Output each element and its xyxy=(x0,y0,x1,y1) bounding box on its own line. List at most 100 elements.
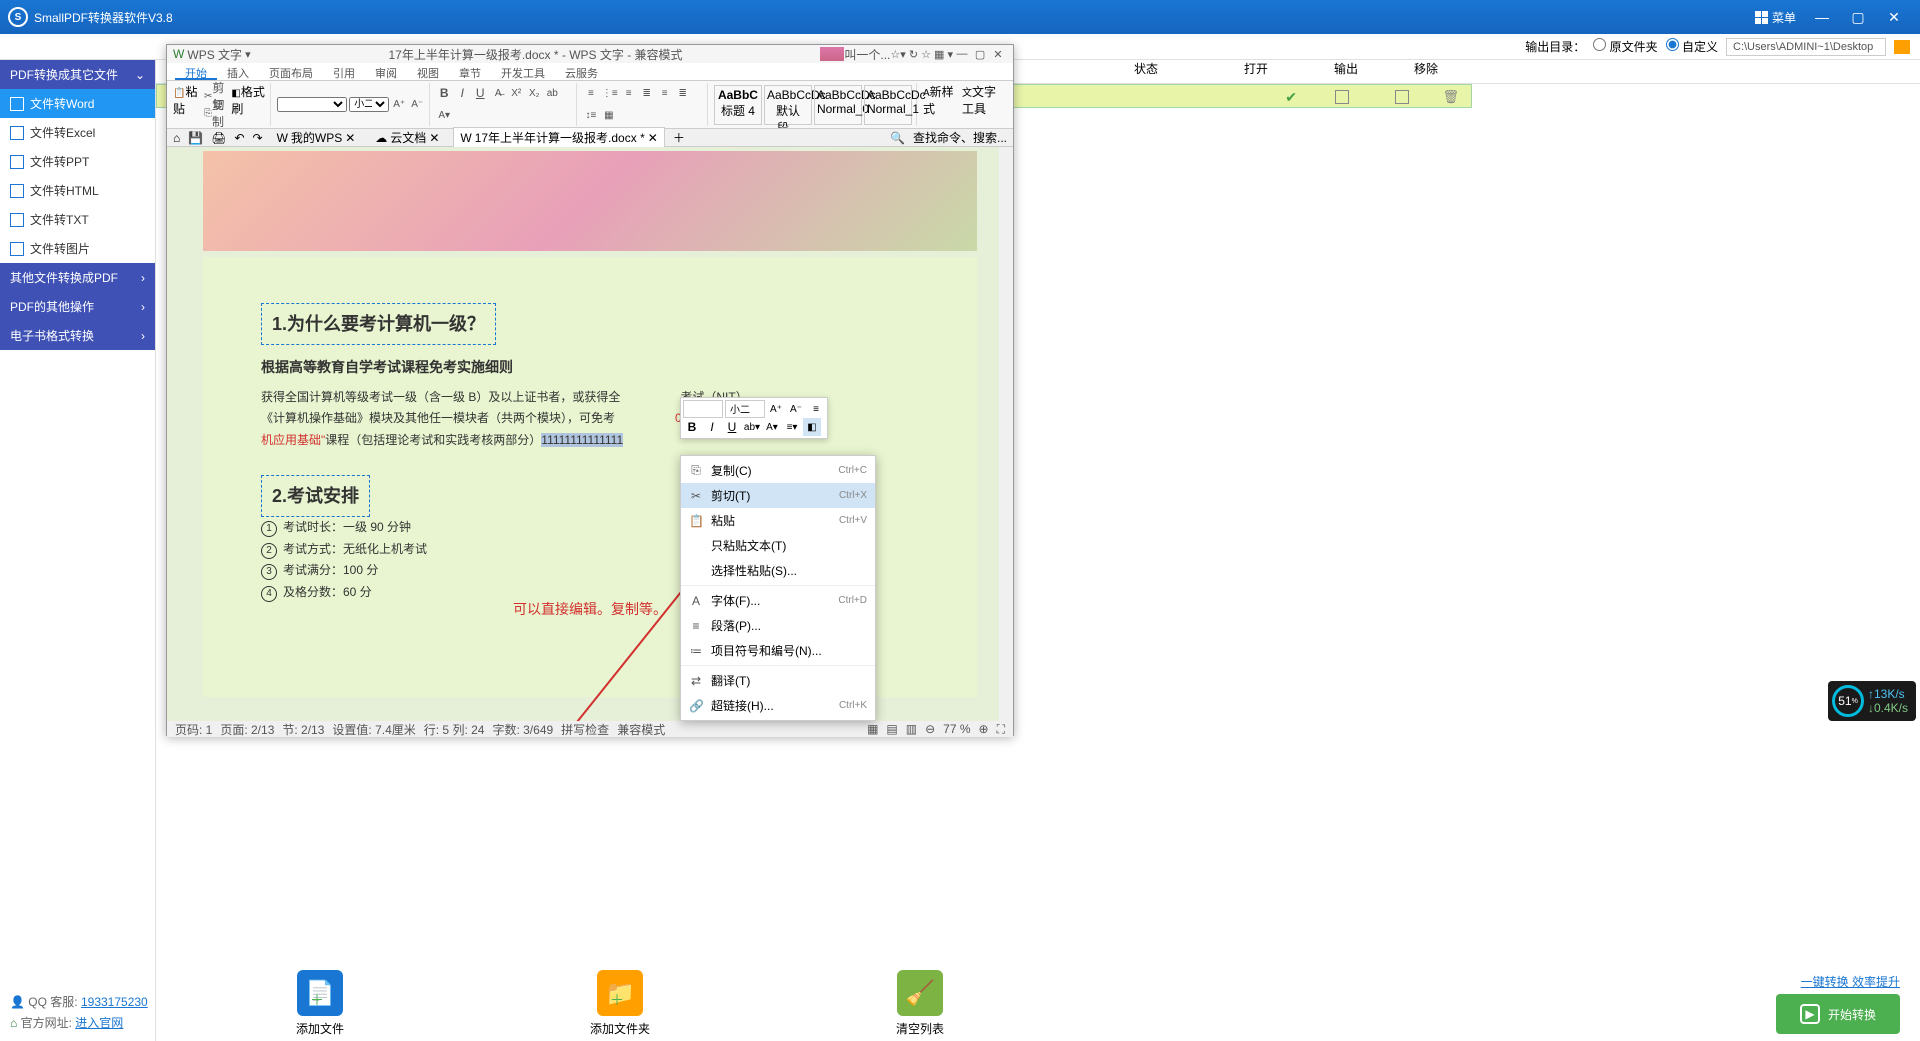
selected-text[interactable]: 11111111111111 xyxy=(541,433,623,447)
sidebar-group-pdf-to-other[interactable]: PDF转换成其它文件⌄ xyxy=(0,60,155,89)
sidebar-item-to-txt[interactable]: 文件转TXT xyxy=(0,205,155,234)
mini-font-select[interactable] xyxy=(683,400,723,418)
sub-button[interactable]: X₂ xyxy=(526,85,542,101)
mini-bold-button[interactable]: B xyxy=(683,418,701,436)
align-center-button[interactable]: ≣ xyxy=(639,85,655,101)
sidebar-item-to-ppt[interactable]: 文件转PPT xyxy=(0,147,155,176)
output-icon[interactable] xyxy=(1395,90,1409,104)
docbar-print-icon[interactable]: 🖨 xyxy=(211,131,226,145)
paste-button[interactable]: 📋粘贴 xyxy=(173,83,201,127)
tab-layout[interactable]: 页面布局 xyxy=(259,63,323,80)
outpath-original-radio[interactable]: 原文件夹 xyxy=(1593,38,1657,55)
outpath-value[interactable]: C:\Users\ADMINI~1\Desktop xyxy=(1726,38,1886,56)
menu-hyperlink[interactable]: 🔗超链接(H)...Ctrl+K xyxy=(681,693,875,718)
doctab-add-button[interactable]: ＋ xyxy=(673,129,685,146)
shading-button[interactable]: ▦ xyxy=(601,108,617,124)
italic-button[interactable]: I xyxy=(454,85,470,101)
wps-close-button[interactable]: ✕ xyxy=(989,48,1007,61)
mini-list-button[interactable]: ≡ xyxy=(807,400,825,418)
mini-more-button[interactable]: ◧ xyxy=(803,418,821,436)
text-tools-button[interactable]: 文文字工具 xyxy=(962,83,1007,127)
minimize-button[interactable]: — xyxy=(1804,9,1840,25)
docbar-redo-icon[interactable]: ↷ xyxy=(253,131,263,145)
outpath-custom-radio[interactable]: 自定义 xyxy=(1666,38,1718,55)
doctab-current[interactable]: W 17年上半年计算一级报考.docx * ✕ xyxy=(453,127,664,148)
clear-list-button[interactable]: 🧹 清空列表 xyxy=(770,970,1070,1037)
style-default[interactable]: AaBbCcDc默认段... xyxy=(764,85,812,125)
mini-size-select[interactable]: 小二 xyxy=(725,400,765,418)
zoom-out-button[interactable]: ⊖ xyxy=(925,722,935,736)
heading-1[interactable]: 1.为什么要考计算机一级？ xyxy=(261,303,496,345)
format-painter-button[interactable]: ◧格式刷 xyxy=(231,83,266,127)
tab-ref[interactable]: 引用 xyxy=(323,63,365,80)
sidebar-item-to-html[interactable]: 文件转HTML xyxy=(0,176,155,205)
mini-highlight-button[interactable]: ab▾ xyxy=(743,418,761,436)
menu-paragraph[interactable]: ≡段落(P)... xyxy=(681,613,875,638)
start-convert-button[interactable]: ▶ 开始转换 xyxy=(1776,994,1900,1034)
view-web-icon[interactable]: ▤ xyxy=(886,722,897,736)
font-family-select[interactable] xyxy=(277,97,347,112)
tab-dev[interactable]: 开发工具 xyxy=(491,63,555,80)
fullscreen-button[interactable]: ⛶ xyxy=(997,722,1005,737)
align-right-button[interactable]: ≡ xyxy=(657,85,673,101)
font-size-select[interactable]: 小二 xyxy=(349,97,389,112)
menu-font[interactable]: A字体(F)...Ctrl+D xyxy=(681,588,875,613)
sidebar-item-to-image[interactable]: 文件转图片 xyxy=(0,234,155,263)
menu-copy[interactable]: ⎘复制(C)Ctrl+C xyxy=(681,458,875,483)
copy-button[interactable]: ⎘复制 xyxy=(203,105,229,121)
style-normal1[interactable]: AaBbCcDcNormal_1 xyxy=(864,85,912,125)
underline-button[interactable]: U xyxy=(472,85,488,101)
wps-min-button[interactable]: — xyxy=(953,48,971,60)
trash-icon[interactable]: 🗑 xyxy=(1442,89,1459,105)
highlight-button[interactable]: ab xyxy=(544,85,560,101)
docbar-save-icon[interactable]: 💾 xyxy=(188,131,203,145)
add-folder-button[interactable]: 📁＋ 添加文件夹 xyxy=(470,970,770,1037)
sidebar-item-to-excel[interactable]: 文件转Excel xyxy=(0,118,155,147)
doctab-mywps[interactable]: W 我的WPS ✕ xyxy=(271,128,362,147)
mini-align-button[interactable]: ≡▾ xyxy=(783,418,801,436)
sidebar-group-ebook[interactable]: 电子书格式转换› xyxy=(0,321,155,350)
mini-italic-button[interactable]: I xyxy=(703,418,721,436)
maximize-button[interactable]: ▢ xyxy=(1840,9,1876,26)
menu-paste-special[interactable]: 选择性粘贴(S)... xyxy=(681,558,875,583)
sidebar-item-to-word[interactable]: 文件转Word xyxy=(0,89,155,118)
search-icon[interactable]: 🔍 xyxy=(890,131,905,145)
super-button[interactable]: X² xyxy=(508,85,524,101)
mini-color-button[interactable]: A▾ xyxy=(763,418,781,436)
new-style-button[interactable]: A新样式 xyxy=(923,83,956,127)
mini-underline-button[interactable]: U xyxy=(723,418,741,436)
doctab-cloud[interactable]: ☁ 云文档 ✕ xyxy=(369,128,445,147)
menu-cut[interactable]: ✂剪切(T)Ctrl+X xyxy=(681,483,875,508)
heading-2[interactable]: 2.考试安排 xyxy=(261,475,370,517)
tab-review[interactable]: 审阅 xyxy=(365,63,407,80)
view-print-icon[interactable]: ▦ xyxy=(867,722,878,736)
justify-button[interactable]: ≣ xyxy=(675,85,691,101)
view-outline-icon[interactable]: ▥ xyxy=(906,722,917,736)
numbering-button[interactable]: ⋮≡ xyxy=(601,85,619,101)
menu-translate[interactable]: ⇄翻译(T) xyxy=(681,668,875,693)
search-placeholder[interactable]: 查找命令、搜索... xyxy=(913,129,1007,146)
docbar-home-icon[interactable]: ⌂ xyxy=(173,131,180,145)
tab-view[interactable]: 视图 xyxy=(407,63,449,80)
menu-bullets[interactable]: ≔项目符号和编号(N)... xyxy=(681,638,875,663)
tab-section[interactable]: 章节 xyxy=(449,63,491,80)
qq-link[interactable]: 1933175230 xyxy=(81,995,148,1009)
scrollbar[interactable] xyxy=(999,147,1013,721)
menu-paste-text[interactable]: 只粘贴文本(T) xyxy=(681,533,875,558)
close-button[interactable]: ✕ xyxy=(1876,9,1912,26)
folder-icon[interactable] xyxy=(1894,40,1910,54)
align-left-button[interactable]: ≡ xyxy=(621,85,637,101)
add-file-button[interactable]: 📄＋ 添加文件 xyxy=(170,970,470,1037)
strike-button[interactable]: A̶ xyxy=(490,85,506,101)
wps-max-button[interactable]: ▢ xyxy=(971,48,989,61)
grow-font-button[interactable]: A⁺ xyxy=(391,97,407,113)
sidebar-group-pdf-ops[interactable]: PDF的其他操作› xyxy=(0,292,155,321)
docbar-undo-icon[interactable]: ↶ xyxy=(234,131,244,145)
tab-insert[interactable]: 插入 xyxy=(217,63,259,80)
line-spacing-button[interactable]: ↕≡ xyxy=(583,108,599,124)
menu-button[interactable]: 菜单 xyxy=(1747,5,1804,30)
open-icon[interactable] xyxy=(1335,90,1349,104)
sidebar-group-other-to-pdf[interactable]: 其他文件转换成PDF› xyxy=(0,263,155,292)
promo-link[interactable]: 一键转换 效率提升 xyxy=(1776,973,1900,990)
bold-button[interactable]: B xyxy=(436,85,452,101)
